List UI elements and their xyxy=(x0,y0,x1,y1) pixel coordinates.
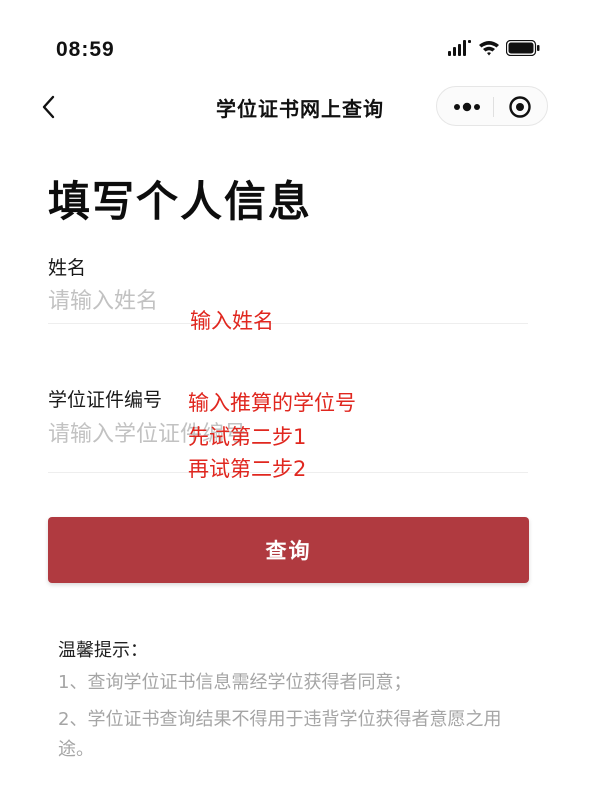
close-mini-program-icon[interactable] xyxy=(508,95,532,119)
annotation-cert-hint-1: 输入推算的学位号 xyxy=(188,391,356,415)
annotation-name-hint: 输入姓名 xyxy=(190,309,274,333)
status-icons xyxy=(448,39,540,60)
tips-title: 温馨提示： xyxy=(58,640,148,661)
battery-icon xyxy=(505,39,540,60)
name-divider xyxy=(48,323,528,324)
tip-item: 2、学位证书查询结果不得用于违背学位获得者意愿之用途。 xyxy=(58,709,502,760)
navigation-bar: 学位证书网上查询 xyxy=(0,84,600,130)
capsule-divider xyxy=(493,97,494,117)
signal-icon xyxy=(448,40,472,60)
more-dots-icon[interactable] xyxy=(452,97,482,117)
annotation-cert-hint-2: 先试第二步1 xyxy=(188,425,307,449)
status-bar: 08:59 xyxy=(0,0,600,90)
cert-number-label: 学位证件编号 xyxy=(48,389,163,411)
name-label: 姓名 xyxy=(48,257,87,279)
status-time: 08:59 xyxy=(56,38,115,61)
annotation-cert-hint-3: 再试第二步2 xyxy=(188,457,307,481)
tip-item: 1、查询学位证书信息需经学位获得者同意； xyxy=(58,672,412,693)
name-input[interactable] xyxy=(48,283,528,319)
query-button[interactable]: 查询 xyxy=(48,517,529,583)
mini-program-capsule xyxy=(436,86,548,126)
wifi-icon xyxy=(478,40,500,60)
page-title: 填写个人信息 xyxy=(48,177,313,226)
